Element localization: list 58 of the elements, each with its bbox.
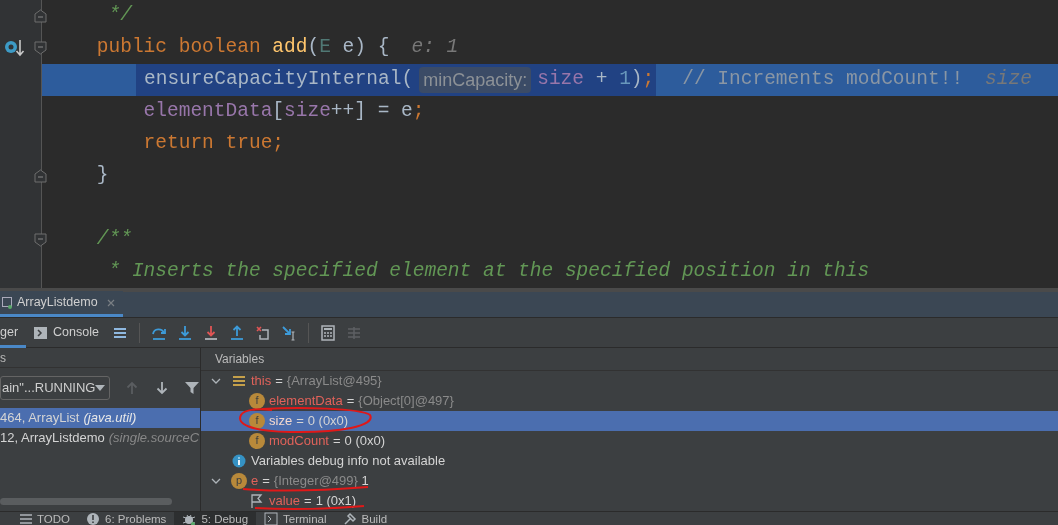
- code-comment: // Increments modCount!!: [682, 67, 964, 93]
- object-icon: [231, 373, 247, 389]
- parameter-icon: p: [231, 473, 247, 489]
- fold-icon[interactable]: [34, 233, 47, 247]
- panel-title: s: [0, 349, 6, 367]
- code-text: * Inserts the specified element at the specified position in this: [107, 259, 870, 285]
- code-text: /**: [95, 227, 132, 253]
- inline-value-hint: e: 1: [411, 35, 459, 61]
- caret-icon: [95, 385, 106, 391]
- variable-entry[interactable]: this = {ArrayList@495}: [251, 371, 382, 391]
- flag-icon: [249, 493, 265, 509]
- breakpoint-arrow-icon[interactable]: [3, 38, 25, 58]
- close-icon[interactable]: [106, 298, 115, 307]
- tool-tab[interactable]: Console: [26, 317, 107, 348]
- info-icon: [231, 453, 247, 469]
- stack-frame[interactable]: 464, ArrayList (java.util): [0, 408, 200, 428]
- code-text: return true;: [142, 131, 285, 157]
- parameter-hint: minCapacity:: [419, 67, 532, 93]
- variable-entry[interactable]: value = 1 (0x1): [269, 491, 357, 511]
- fold-icon[interactable]: [34, 9, 47, 23]
- tool-window-button[interactable]: 5: Debug: [174, 512, 257, 525]
- field-icon: f: [249, 413, 265, 429]
- tool-window-button[interactable]: Terminal: [256, 512, 335, 525]
- panel-title: Variables: [215, 351, 265, 368]
- fold-icon[interactable]: [34, 169, 47, 183]
- session-tab[interactable]: ArrayListdemo: [0, 291, 123, 317]
- variable-entry[interactable]: size = 0 (0x0): [269, 411, 349, 431]
- field-icon: f: [249, 433, 265, 449]
- code-text: size + 1);: [537, 67, 655, 93]
- code-text: ensureCapacityInternal(: [144, 67, 414, 93]
- code-text: */: [107, 3, 132, 29]
- tool-tab[interactable]: ger: [0, 317, 27, 348]
- inline-value-hint: size: [985, 67, 1032, 93]
- stack-frame[interactable]: 12, ArrayListdemo (single.sourceC: [0, 428, 200, 448]
- console-icon: [34, 326, 48, 339]
- chevron-down-icon[interactable]: [211, 376, 221, 386]
- tool-window-button[interactable]: 6: Problems: [78, 512, 175, 525]
- fold-icon[interactable]: [34, 41, 47, 55]
- tool-window-button[interactable]: TODO: [10, 512, 78, 525]
- chevron-down-icon[interactable]: [211, 476, 221, 486]
- tool-window-button[interactable]: Build: [334, 512, 396, 525]
- code-text: elementData[size++] = e;: [142, 99, 425, 125]
- terminal-icon: [264, 512, 279, 525]
- app-window-icon: [2, 296, 12, 309]
- selected-row[interactable]: f size = 0 (0x0): [201, 411, 1058, 431]
- filter-icon[interactable]: [184, 380, 201, 396]
- variable-entry[interactable]: e = {Integer@499} 1: [251, 471, 369, 491]
- code-text: public boolean add(E e) {: [95, 35, 390, 61]
- variable-entry[interactable]: elementData = {Object[0]@497}: [269, 391, 454, 411]
- field-icon: f: [249, 393, 265, 409]
- bug-icon: [182, 512, 197, 525]
- variable-entry[interactable]: modCount = 0 (0x0): [269, 431, 386, 451]
- scrollbar[interactable]: [0, 498, 172, 505]
- hammer-icon: [342, 512, 357, 525]
- thread-dropdown[interactable]: ain"...RUNNING: [0, 376, 111, 400]
- code-text: }: [95, 163, 109, 189]
- list-icon: [18, 512, 32, 525]
- info-message: Variables debug info not available: [251, 452, 446, 471]
